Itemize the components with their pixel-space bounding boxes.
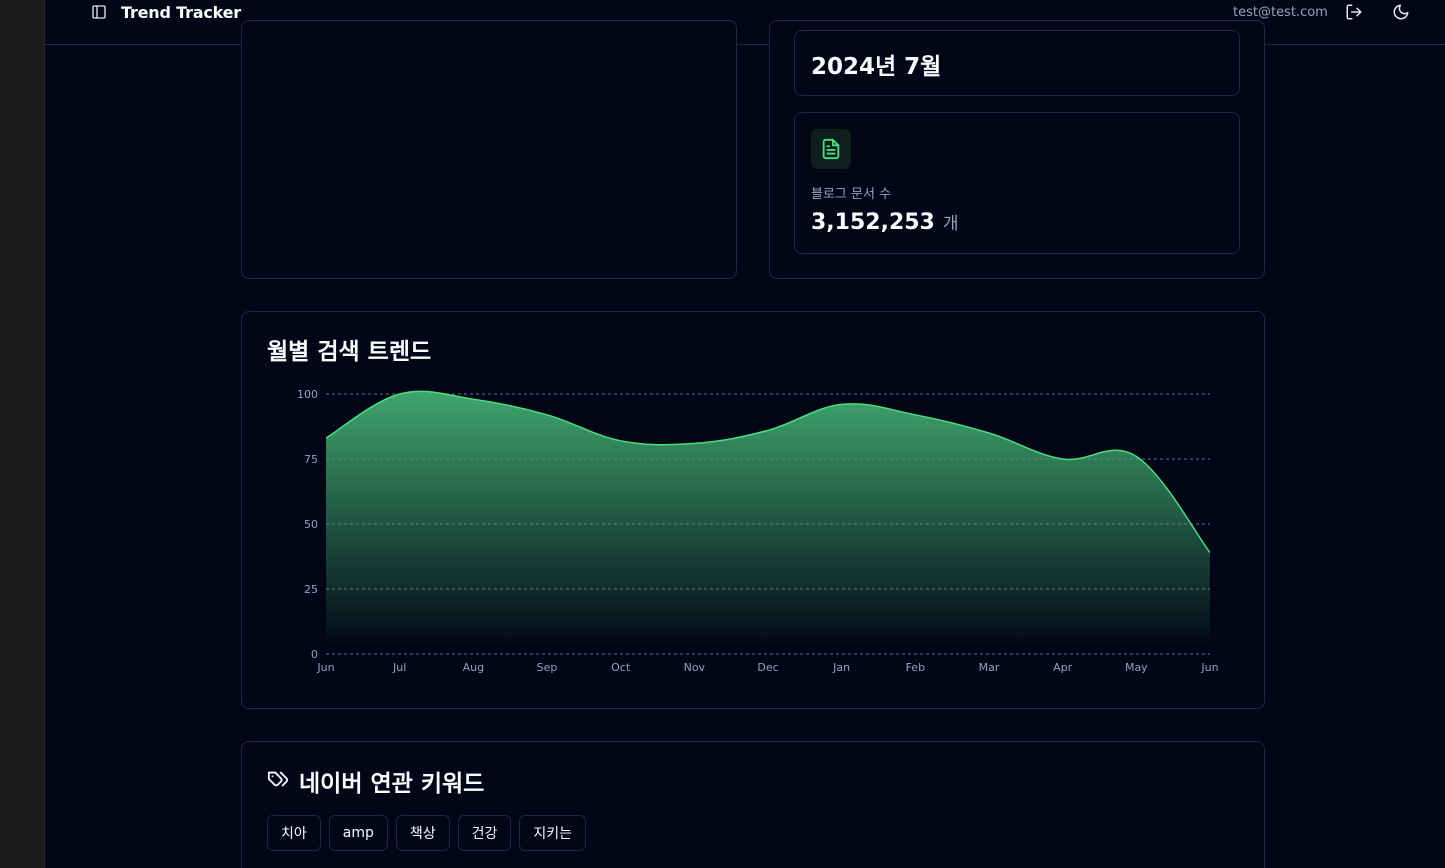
app-brand[interactable]: Trend Tracker: [121, 3, 241, 22]
docs-value-row: 3,152,253 개: [811, 209, 959, 235]
x-tick-label: Dec: [757, 661, 778, 674]
y-tick-label: 25: [304, 583, 318, 596]
x-tick-label: Nov: [684, 661, 706, 674]
keyword-chip[interactable]: 치아: [267, 815, 321, 851]
panel-left-icon[interactable]: [91, 4, 107, 20]
y-tick-label: 100: [297, 388, 318, 401]
x-tick-label: Apr: [1053, 661, 1073, 674]
x-tick-label: Jan: [832, 661, 850, 674]
y-tick-label: 0: [311, 648, 318, 661]
trend-area-fill: [326, 391, 1210, 642]
keyword-chip[interactable]: amp: [328, 815, 388, 851]
log-out-icon[interactable]: [1345, 3, 1363, 21]
x-tick-label: Feb: [906, 661, 925, 674]
keyword-list: 치아 amp 책상 건강 지키는: [267, 815, 587, 851]
monthly-trend-card: 월별 검색 트렌드 0 25 50 75 100 Jun Jul Aug Sep Oct Nov De…: [241, 311, 1265, 709]
docs-unit: 개: [942, 214, 959, 234]
docs-value: 3,152,253: [811, 210, 935, 235]
moon-icon[interactable]: [1392, 3, 1410, 21]
y-tick-label: 75: [304, 453, 318, 466]
x-tick-label: Sep: [537, 661, 558, 674]
keyword-chip[interactable]: 책상: [395, 815, 450, 851]
x-tick-label: Jun: [316, 661, 334, 674]
file-text-icon: [811, 129, 851, 169]
x-tick-label: May: [1125, 661, 1148, 674]
x-tick-label: Aug: [463, 661, 484, 674]
keyword-chip[interactable]: 건강: [457, 815, 512, 851]
x-tick-label: Jun: [1200, 661, 1218, 674]
docs-label: 블로그 문서 수: [811, 187, 892, 202]
keywords-header: 네이버 연관 키워드: [267, 764, 484, 798]
x-tick-label: Oct: [611, 661, 631, 674]
keywords-title: 네이버 연관 키워드: [299, 771, 485, 797]
x-tick-label: Mar: [979, 661, 1000, 674]
tags-icon: [267, 768, 289, 794]
keyword-chip[interactable]: 지키는: [519, 815, 587, 851]
overview-card-left: [241, 20, 737, 279]
related-keywords-card: 네이버 연관 키워드 치아 amp 책상 건강 지키는: [241, 741, 1265, 868]
trend-area-chart: 0 25 50 75 100 Jun Jul Aug Sep Oct Nov Dec Jan Feb Mar…: [297, 388, 1219, 674]
user-email: test@test.com: [1233, 5, 1328, 20]
left-rail: [0, 0, 45, 868]
blog-docs-stat: 블로그 문서 수 3,152,253 개: [794, 112, 1240, 254]
y-tick-label: 50: [304, 518, 318, 531]
x-tick-label: Jul: [392, 661, 406, 674]
period-stat: 2024년 7월: [794, 30, 1240, 96]
period-value: 2024년 7월: [811, 54, 942, 80]
